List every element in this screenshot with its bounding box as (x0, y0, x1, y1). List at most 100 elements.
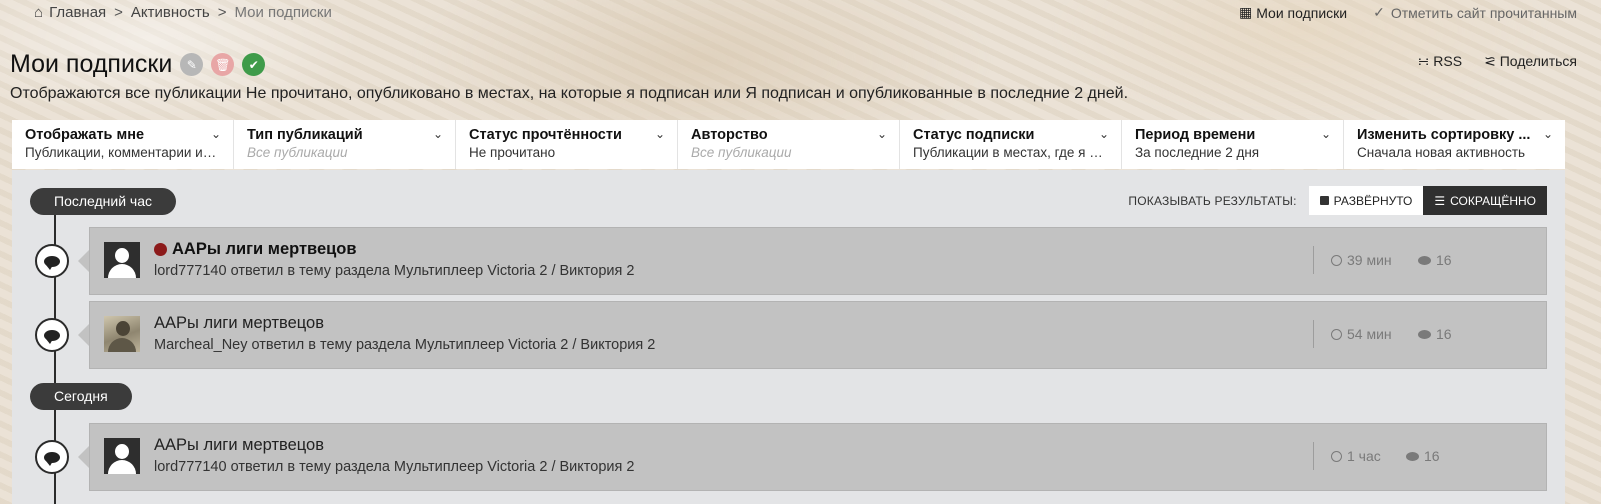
item-comments-count: 16 (1436, 252, 1452, 268)
item-comments-count: 16 (1436, 326, 1452, 342)
item-comments: 16 (1418, 326, 1452, 342)
chevron-down-icon: ⌄ (1542, 127, 1553, 141)
group-label-last-hour: Последний час (30, 188, 177, 215)
page-header: Мои подписки ✎ 🗑 ✔ (10, 50, 266, 79)
mark-site-read-label: Отметить сайт прочитанным (1390, 4, 1577, 21)
breadcrumb-separator: > (217, 4, 227, 21)
unread-indicator-icon (154, 243, 167, 256)
breadcrumb-home[interactable]: Главная (49, 4, 106, 21)
filter-follow-status[interactable]: Статус подписки ⌄ Публикации в местах, где… (900, 120, 1122, 169)
comment-icon (1406, 451, 1419, 461)
share-label: Поделиться (1499, 53, 1577, 69)
divider (1313, 246, 1314, 274)
divider (1313, 442, 1314, 470)
newspaper-icon: ▦ (1239, 4, 1253, 20)
mark-site-read-link[interactable]: ✓ Отметить сайт прочитанным (1373, 4, 1577, 21)
filter-content-type[interactable]: Тип публикаций ⌄ Все публикации (234, 120, 456, 169)
comment-icon (1418, 329, 1431, 339)
square-icon (1319, 196, 1329, 205)
view-mode-label: ПОКАЗЫВАТЬ РЕЗУЛЬТАТЫ: (1128, 193, 1297, 208)
chevron-down-icon: ⌄ (432, 127, 443, 141)
rss-label: RSS (1433, 53, 1463, 69)
group-label-today: Сегодня (30, 383, 132, 410)
comment-node-icon (35, 440, 69, 474)
check-circle-icon[interactable]: ✔ (242, 53, 266, 76)
comment-node-icon (35, 318, 69, 352)
home-icon[interactable]: ⌂ (34, 4, 43, 21)
my-subscriptions-link[interactable]: ▦ Мои подписки (1239, 4, 1347, 21)
avatar[interactable] (104, 242, 140, 278)
clock-icon (1331, 328, 1342, 340)
filter-bar: Отображать мне ⌄ Публикации, комментарии и… (12, 120, 1565, 169)
list-icon: ☰ (1434, 194, 1446, 208)
filter-value: Публикации в местах, где я подписан (913, 145, 1109, 160)
filter-sort[interactable]: Изменить сортировку ... ⌄ Сначала новая ак… (1344, 120, 1565, 169)
edit-icon[interactable]: ✎ (180, 53, 204, 76)
item-subtitle: lord777140 ответил в тему раздела Мульти… (154, 459, 635, 475)
breadcrumb-current: Мои подписки (234, 4, 332, 21)
condensed-view-button[interactable]: ☰ СОКРАЩЁННО (1423, 186, 1547, 215)
page-title: Мои подписки (10, 50, 173, 78)
activity-stream: Последний час ПОКАЗЫВАТЬ РЕЗУЛЬТАТЫ: РАЗ… (12, 170, 1565, 504)
list-item[interactable]: ААРы лиги мертвецов lord777140 ответил в… (89, 423, 1547, 491)
avatar[interactable] (104, 438, 140, 474)
page-actions: ∺ RSS ⪝ Поделиться (1418, 53, 1577, 70)
filter-title: Отображать мне (25, 127, 145, 143)
chevron-down-icon: ⌄ (1320, 127, 1331, 141)
rss-icon: ∺ (1417, 53, 1430, 69)
clock-icon (1331, 450, 1342, 462)
filter-title: Авторство (691, 127, 768, 143)
rss-link[interactable]: ∺ RSS (1418, 53, 1462, 70)
item-comments: 16 (1406, 448, 1440, 464)
item-time-value: 39 мин (1347, 252, 1392, 268)
chevron-down-icon: ⌄ (654, 127, 665, 141)
share-icon: ⪝ (1484, 53, 1496, 69)
comment-node-icon (35, 244, 69, 278)
filter-value: Все публикации (247, 145, 348, 160)
breadcrumb: ⌂ Главная > Активность > Мои подписки (34, 4, 332, 21)
filter-title: Статус подписки (913, 127, 1035, 143)
breadcrumb-activity[interactable]: Активность (131, 4, 210, 21)
filter-value: Сначала новая активность (1357, 145, 1526, 160)
page-description: Отображаются все публикации Не прочитано… (10, 85, 1129, 102)
chevron-down-icon: ⌄ (876, 127, 887, 141)
item-comments-count: 16 (1424, 448, 1440, 464)
filter-read-status[interactable]: Статус прочтённости ⌄ Не прочитано (456, 120, 678, 169)
check-icon: ✓ (1373, 4, 1385, 20)
share-link[interactable]: ⪝ Поделиться (1484, 53, 1577, 70)
item-time-value: 54 мин (1347, 326, 1392, 342)
item-subtitle: lord777140 ответил в тему раздела Мульти… (154, 263, 635, 279)
avatar[interactable] (104, 316, 140, 352)
item-title-link[interactable]: ААРы лиги мертвецов (154, 314, 324, 333)
view-mode-switch: ПОКАЗЫВАТЬ РЕЗУЛЬТАТЫ: РАЗВЁРНУТО ☰ СОКРА… (1128, 186, 1547, 215)
item-time: 39 мин (1331, 252, 1392, 268)
item-time-value: 1 час (1347, 448, 1381, 464)
delete-icon[interactable]: 🗑 (211, 53, 235, 76)
item-title-link[interactable]: ААРы лиги мертвецов (154, 240, 357, 259)
filter-title: Статус прочтённости (469, 127, 622, 143)
item-title: ААРы лиги мертвецов (154, 314, 324, 332)
expanded-view-button[interactable]: РАЗВЁРНУТО (1308, 186, 1424, 215)
filter-title: Изменить сортировку ... (1357, 127, 1531, 143)
list-item[interactable]: ААРы лиги мертвецов Marcheal_Ney ответил… (89, 301, 1547, 369)
item-comments: 16 (1418, 252, 1452, 268)
filter-show-me[interactable]: Отображать мне ⌄ Публикации, комментарии и… (12, 120, 234, 169)
filter-value: Все публикации (691, 145, 792, 160)
filter-authorship[interactable]: Авторство ⌄ Все публикации (678, 120, 900, 169)
item-time: 54 мин (1331, 326, 1392, 342)
item-title: ААРы лиги мертвецов (172, 240, 357, 258)
my-subscriptions-label: Мои подписки (1256, 4, 1348, 21)
item-title: ААРы лиги мертвецов (154, 436, 324, 454)
filter-title: Период времени (1135, 127, 1256, 143)
clock-icon (1331, 254, 1342, 266)
breadcrumb-separator: > (114, 4, 123, 21)
top-links: ▦ Мои подписки ✓ Отметить сайт прочитанным (1239, 4, 1577, 21)
filter-time-period[interactable]: Период времени ⌄ За последние 2 дня (1122, 120, 1344, 169)
item-time: 1 час (1331, 448, 1381, 464)
item-title-link[interactable]: ААРы лиги мертвецов (154, 436, 324, 455)
chevron-down-icon: ⌄ (1098, 127, 1109, 141)
filter-value: За последние 2 дня (1135, 145, 1260, 160)
filter-title: Тип публикаций (247, 127, 363, 143)
filter-value: Не прочитано (469, 145, 556, 160)
list-item[interactable]: ААРы лиги мертвецов lord777140 ответил в… (89, 227, 1547, 295)
